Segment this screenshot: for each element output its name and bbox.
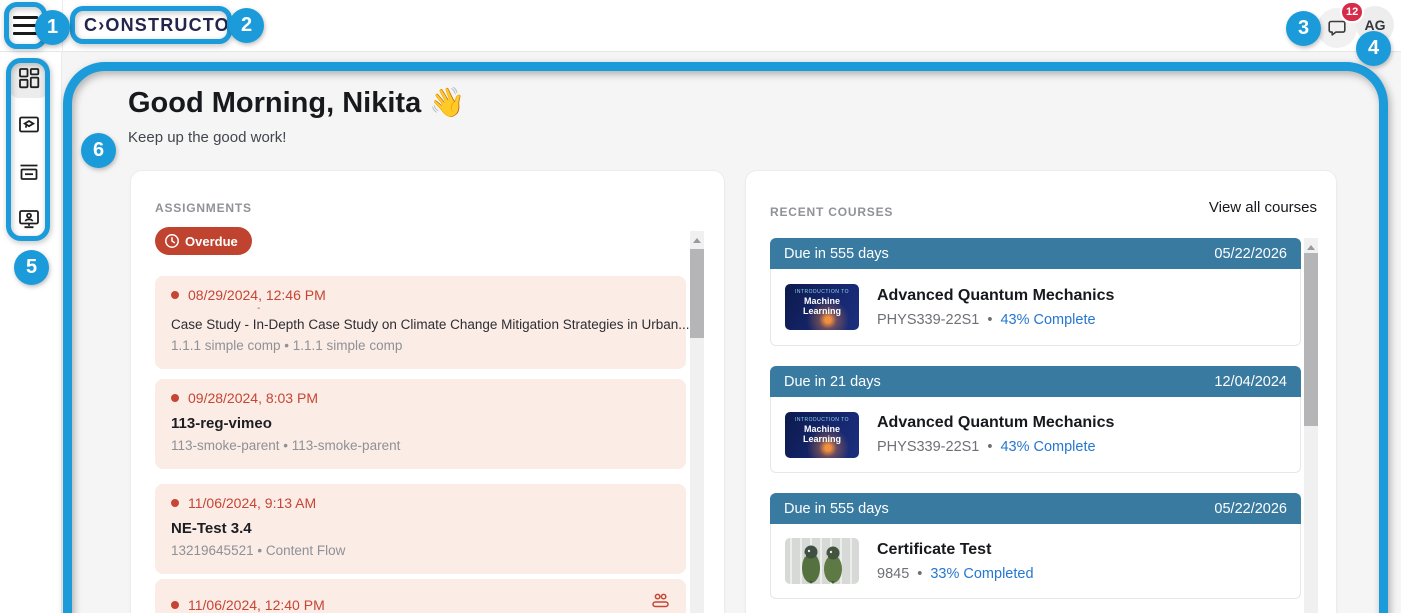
course-progress-link[interactable]: 33% Completed xyxy=(930,566,1033,582)
top-header: C›ONSTRUCTOR 12 AG xyxy=(0,0,1401,52)
scroll-up-arrow-icon[interactable] xyxy=(1307,245,1315,250)
meta-separator: • xyxy=(987,312,992,328)
course-due-date: 05/22/2026 xyxy=(1214,246,1287,262)
view-all-courses-link[interactable]: View all courses xyxy=(1209,199,1317,216)
app-window: C›ONSTRUCTOR 12 AG xyxy=(0,0,1401,613)
overdue-dot-icon xyxy=(171,499,179,507)
course-due-header[interactable]: Due in 21 days 12/04/2024 xyxy=(770,366,1301,397)
course-progress-link[interactable]: 43% Complete xyxy=(1000,312,1095,328)
sidebar-item-classroom[interactable] xyxy=(9,199,49,239)
annotation-marker-1: 1 xyxy=(35,10,70,45)
courses-scrollbar-thumb[interactable] xyxy=(1304,253,1318,426)
assignment-title: 113-reg-vimeo xyxy=(171,415,670,432)
course-row[interactable]: Certificate Test 9845 • 33% Completed xyxy=(770,524,1301,599)
meta-separator: • xyxy=(987,439,992,455)
waving-hand-emoji: 👋 xyxy=(429,87,465,119)
brand-logo[interactable]: C›ONSTRUCTOR xyxy=(84,15,244,36)
course-thumbnail: INTRODUCTION TO Machine Learning xyxy=(785,412,859,458)
course-due-label: Due in 555 days xyxy=(784,501,889,517)
courses-screen-icon xyxy=(18,114,40,136)
assignment-item[interactable]: 11/06/2024, 9:13 AM NE-Test 3.4 13219645… xyxy=(155,484,686,574)
course-group: Due in 555 days 05/22/2026 INTRODUCTION … xyxy=(770,238,1301,346)
course-code: PHYS339-22S1 xyxy=(877,439,979,455)
left-sidebar xyxy=(0,52,62,613)
overdue-dot-icon xyxy=(171,291,179,299)
annotation-marker-5: 5 xyxy=(14,250,49,285)
scroll-up-arrow-icon[interactable] xyxy=(693,238,701,243)
assignments-card-title: ASSIGNMENTS xyxy=(155,201,252,215)
sidebar-item-dashboard[interactable] xyxy=(9,58,49,98)
annotation-marker-3: 3 xyxy=(1286,11,1321,46)
page-title: Good Morning, Nikita👋 xyxy=(128,86,465,120)
recent-courses-card: RECENT COURSES View all courses Due in 5… xyxy=(745,170,1337,613)
course-name[interactable]: Advanced Quantum Mechanics xyxy=(877,414,1114,432)
sidebar-item-assignments[interactable] xyxy=(9,152,49,192)
overdue-dot-icon xyxy=(171,601,179,609)
assignment-course-info: 13219645521 • Content Flow xyxy=(171,543,670,558)
course-thumbnail: INTRODUCTION TO Machine Learning xyxy=(785,284,859,330)
assignment-note: - xyxy=(257,304,670,314)
assignment-due-date: 09/28/2024, 8:03 PM xyxy=(171,390,670,406)
greeting-subtitle: Keep up the good work! xyxy=(128,129,286,146)
assignment-due-date: 11/06/2024, 9:13 AM xyxy=(171,495,670,511)
overdue-dot-icon xyxy=(171,394,179,402)
assignments-list-icon xyxy=(18,161,40,183)
assignment-course-info: 1.1.1 simple comp • 1.1.1 simple comp xyxy=(171,338,670,353)
meta-separator: • xyxy=(917,566,922,582)
annotation-marker-2: 2 xyxy=(229,8,264,43)
course-group: Due in 21 days 12/04/2024 INTRODUCTION T… xyxy=(770,366,1301,473)
course-group: Due in 555 days 05/22/2026 xyxy=(770,493,1301,599)
assignment-item[interactable]: 09/28/2024, 8:03 PM 113-reg-vimeo 113-sm… xyxy=(155,379,686,469)
annotation-marker-4: 4 xyxy=(1356,31,1391,66)
recent-courses-card-title: RECENT COURSES xyxy=(770,205,893,219)
parrots-image xyxy=(785,538,859,584)
assignment-title: NE-Test 3.4 xyxy=(171,520,670,537)
assignments-scrollbar[interactable] xyxy=(690,231,704,613)
assignment-title: Case Study - In-Depth Case Study on Clim… xyxy=(171,317,670,332)
course-name[interactable]: Advanced Quantum Mechanics xyxy=(877,287,1114,305)
course-due-date: 12/04/2024 xyxy=(1214,374,1287,390)
dashboard-grid-icon xyxy=(18,67,40,89)
course-due-label: Due in 21 days xyxy=(784,374,881,390)
group-assignment-icon xyxy=(651,592,670,613)
assignments-card: ASSIGNMENTS Overdue 08/29/2024, 12:46 PM… xyxy=(130,170,725,613)
course-due-date: 05/22/2026 xyxy=(1214,501,1287,517)
overdue-badge-label: Overdue xyxy=(185,234,238,249)
greeting-text: Good Morning, Nikita xyxy=(128,87,421,119)
assignment-item[interactable]: 11/06/2024, 12:40 PM xyxy=(155,579,686,613)
classroom-monitor-icon xyxy=(18,208,40,230)
course-row[interactable]: INTRODUCTION TO Machine Learning Advance… xyxy=(770,269,1301,346)
assignment-item[interactable]: 08/29/2024, 12:46 PM - Case Study - In-D… xyxy=(155,276,686,369)
assignments-scrollbar-thumb[interactable] xyxy=(690,249,704,338)
course-code: 9845 xyxy=(877,566,909,582)
sidebar-item-courses[interactable] xyxy=(9,105,49,145)
course-code: PHYS339-22S1 xyxy=(877,312,979,328)
courses-scrollbar[interactable] xyxy=(1304,238,1318,613)
course-progress-link[interactable]: 43% Complete xyxy=(1000,439,1095,455)
course-thumbnail xyxy=(785,538,859,584)
overdue-filter-badge[interactable]: Overdue xyxy=(155,227,252,255)
annotation-marker-6: 6 xyxy=(81,133,116,168)
clock-icon xyxy=(164,233,180,249)
assignment-due-date: 08/29/2024, 12:46 PM xyxy=(171,287,670,303)
course-row[interactable]: INTRODUCTION TO Machine Learning Advance… xyxy=(770,397,1301,473)
assignment-due-date: 11/06/2024, 12:40 PM xyxy=(171,597,670,613)
assignment-course-info: 113-smoke-parent • 113-smoke-parent xyxy=(171,438,670,453)
course-due-header[interactable]: Due in 555 days 05/22/2026 xyxy=(770,238,1301,269)
chat-unread-badge: 12 xyxy=(1340,1,1364,23)
course-name[interactable]: Certificate Test xyxy=(877,541,1034,559)
course-due-header[interactable]: Due in 555 days 05/22/2026 xyxy=(770,493,1301,524)
course-due-label: Due in 555 days xyxy=(784,246,889,262)
